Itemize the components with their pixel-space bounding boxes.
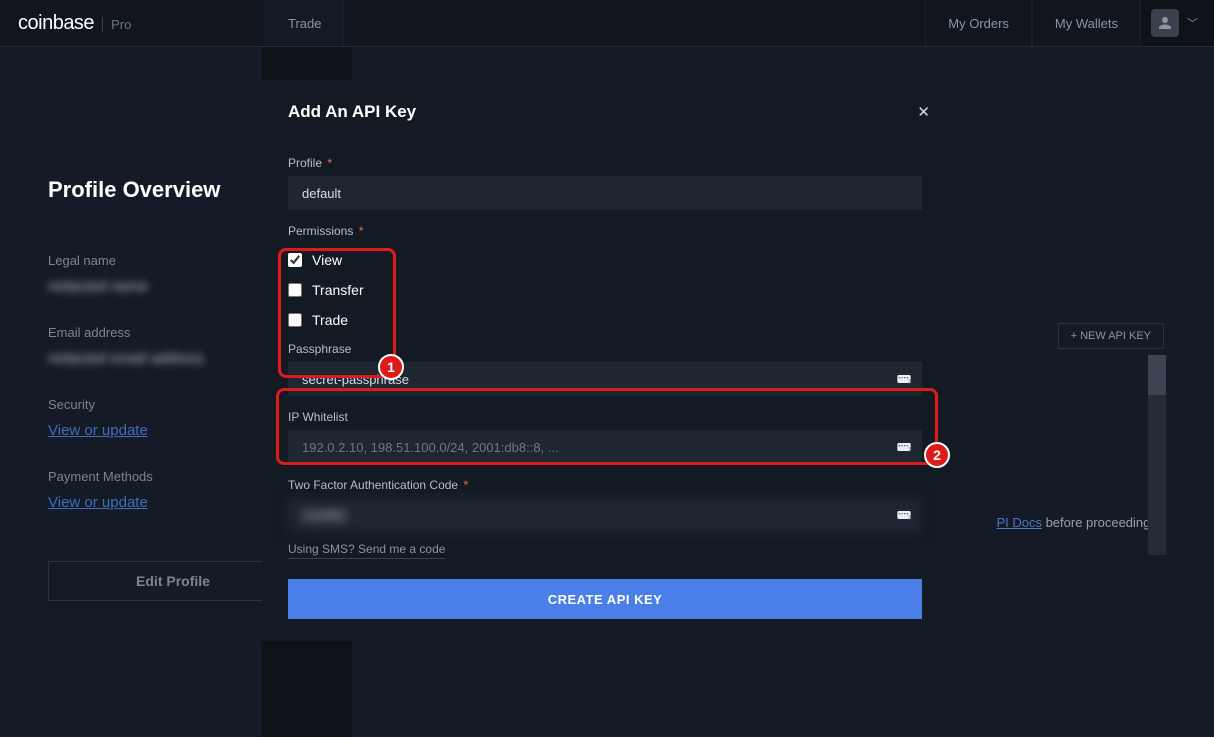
scrollbar-thumb[interactable] [1148, 355, 1166, 395]
perm-trade-checkbox[interactable] [288, 313, 302, 327]
chevron-down-icon: ﹀ [1187, 15, 1198, 31]
scrollbar[interactable] [1148, 355, 1166, 555]
close-icon[interactable]: ✕ [917, 103, 930, 121]
brand-name: coinbase [18, 12, 94, 35]
nav-my-wallets[interactable]: My Wallets [1032, 0, 1141, 46]
profile-field-label: Profile * [288, 156, 930, 170]
perm-trade-label[interactable]: Trade [312, 312, 348, 328]
payment-link[interactable]: View or update [48, 494, 148, 511]
edit-profile-button[interactable]: Edit Profile [48, 561, 298, 601]
keyboard-icon[interactable]: 2 [896, 507, 912, 523]
perm-transfer-checkbox[interactable] [288, 283, 302, 297]
svg-text:2: 2 [908, 516, 911, 522]
security-link[interactable]: View or update [48, 422, 148, 439]
annotation-badge-2: 2 [924, 442, 950, 468]
nav-my-orders[interactable]: My Orders [925, 0, 1032, 46]
add-api-key-modal: Add An API Key ✕ Profile * Permissions *… [262, 80, 956, 641]
keyboard-icon[interactable]: 2 [896, 371, 912, 387]
perm-view-label[interactable]: View [312, 252, 342, 268]
brand-block[interactable]: coinbase Pro [0, 12, 265, 35]
account-menu[interactable]: ﹀ [1141, 0, 1214, 46]
passphrase-label: Passphrase [288, 342, 930, 356]
keyboard-icon[interactable]: 2 [896, 439, 912, 455]
api-docs-note: PI Docs before proceeding. [996, 515, 1154, 530]
perm-view-checkbox[interactable] [288, 253, 302, 267]
tfa-input[interactable] [288, 498, 922, 532]
svg-text:2: 2 [908, 380, 911, 386]
perm-trade-row: Trade [288, 312, 930, 328]
ip-whitelist-label: IP Whitelist [288, 410, 930, 424]
create-api-key-button[interactable]: CREATE API KEY [288, 579, 922, 619]
nav-trade[interactable]: Trade [265, 0, 344, 46]
tfa-label: Two Factor Authentication Code * [288, 478, 930, 492]
profile-select[interactable] [288, 176, 922, 210]
ip-whitelist-input[interactable] [288, 430, 922, 464]
modal-header: Add An API Key ✕ [262, 80, 956, 140]
annotation-badge-1: 1 [378, 354, 404, 380]
permissions-label: Permissions * [288, 224, 930, 238]
new-api-key-button[interactable]: + NEW API KEY [1058, 323, 1164, 349]
modal-title: Add An API Key [288, 102, 416, 122]
perm-transfer-row: Transfer [288, 282, 930, 298]
brand-sub: Pro [102, 17, 131, 32]
avatar-icon [1151, 9, 1179, 37]
api-docs-link[interactable]: PI Docs [996, 515, 1042, 530]
perm-transfer-label[interactable]: Transfer [312, 282, 364, 298]
perm-view-row: View [288, 252, 930, 268]
top-nav: coinbase Pro Trade My Orders My Wallets … [0, 0, 1214, 47]
sms-code-link[interactable]: Using SMS? Send me a code [288, 542, 445, 559]
svg-text:2: 2 [908, 448, 911, 454]
